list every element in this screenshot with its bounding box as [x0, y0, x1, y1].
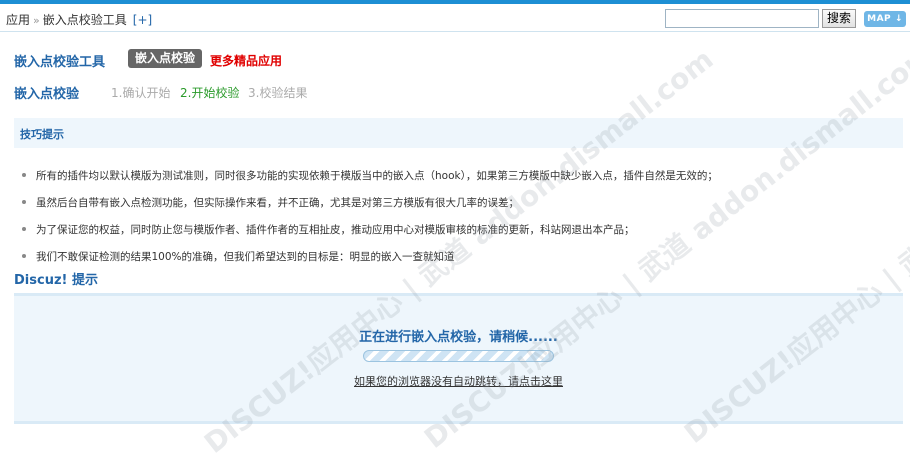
map-button-label: MAP	[867, 14, 892, 24]
add-shortcut-link[interactable]: [+]	[133, 13, 152, 27]
progress-bar	[363, 350, 554, 362]
message-title: Discuz! 提示	[14, 273, 98, 288]
search-input[interactable]	[665, 9, 819, 28]
search-button[interactable]: 搜索	[822, 9, 856, 28]
tool-tab-badge[interactable]: 嵌入点校验	[128, 49, 203, 68]
section-title: 嵌入点校验	[14, 87, 80, 102]
message-text: 正在进行嵌入点校验，请稍候......	[359, 330, 558, 345]
breadcrumb-separator: »	[33, 14, 40, 27]
top-bar: 应用» 嵌入点校验工具 [+] 搜索 MAP ↓	[0, 4, 910, 32]
list-item: 我们不敢保证检测的结果100%的准确，但我们希望达到的目标是：明显的嵌入一查就知…	[22, 249, 718, 276]
list-item: 为了保证您的权益，同时防止您与模版作者、插件作者的互相扯皮，推动应用中心对模版审…	[22, 222, 718, 249]
more-apps-link[interactable]: 更多精品应用	[210, 52, 282, 69]
redirect-link[interactable]: 如果您的浏览器没有自动跳转，请点击这里	[14, 373, 903, 389]
list-item: 虽然后台自带有嵌入点检测功能，但实际操作来看，并不正确，尤其是对第三方模版有很大…	[22, 195, 718, 222]
tips-header-label: 技巧提示	[20, 128, 64, 141]
breadcrumb: 应用» 嵌入点校验工具 [+]	[6, 11, 152, 28]
tool-title: 嵌入点校验工具	[14, 55, 106, 70]
breadcrumb-app-link[interactable]: 应用	[6, 13, 30, 27]
step-start-check: 2.开始校验	[180, 86, 240, 100]
step-confirm-start: 1.确认开始	[111, 86, 171, 100]
tips-list: 所有的插件均以默认模版为测试准则，同时很多功能的实现依赖于模版当中的嵌入点（ho…	[22, 168, 718, 276]
breadcrumb-current: 嵌入点校验工具	[42, 13, 127, 27]
step-check-result: 3.校验结果	[248, 86, 308, 100]
map-button[interactable]: MAP ↓	[864, 11, 906, 27]
tips-header: 技巧提示	[14, 118, 903, 148]
arrow-down-icon: ↓	[894, 14, 903, 24]
list-item: 所有的插件均以默认模版为测试准则，同时很多功能的实现依赖于模版当中的嵌入点（ho…	[22, 168, 718, 195]
message-box: 正在进行嵌入点校验，请稍候...... 如果您的浏览器没有自动跳转，请点击这里	[14, 293, 903, 424]
